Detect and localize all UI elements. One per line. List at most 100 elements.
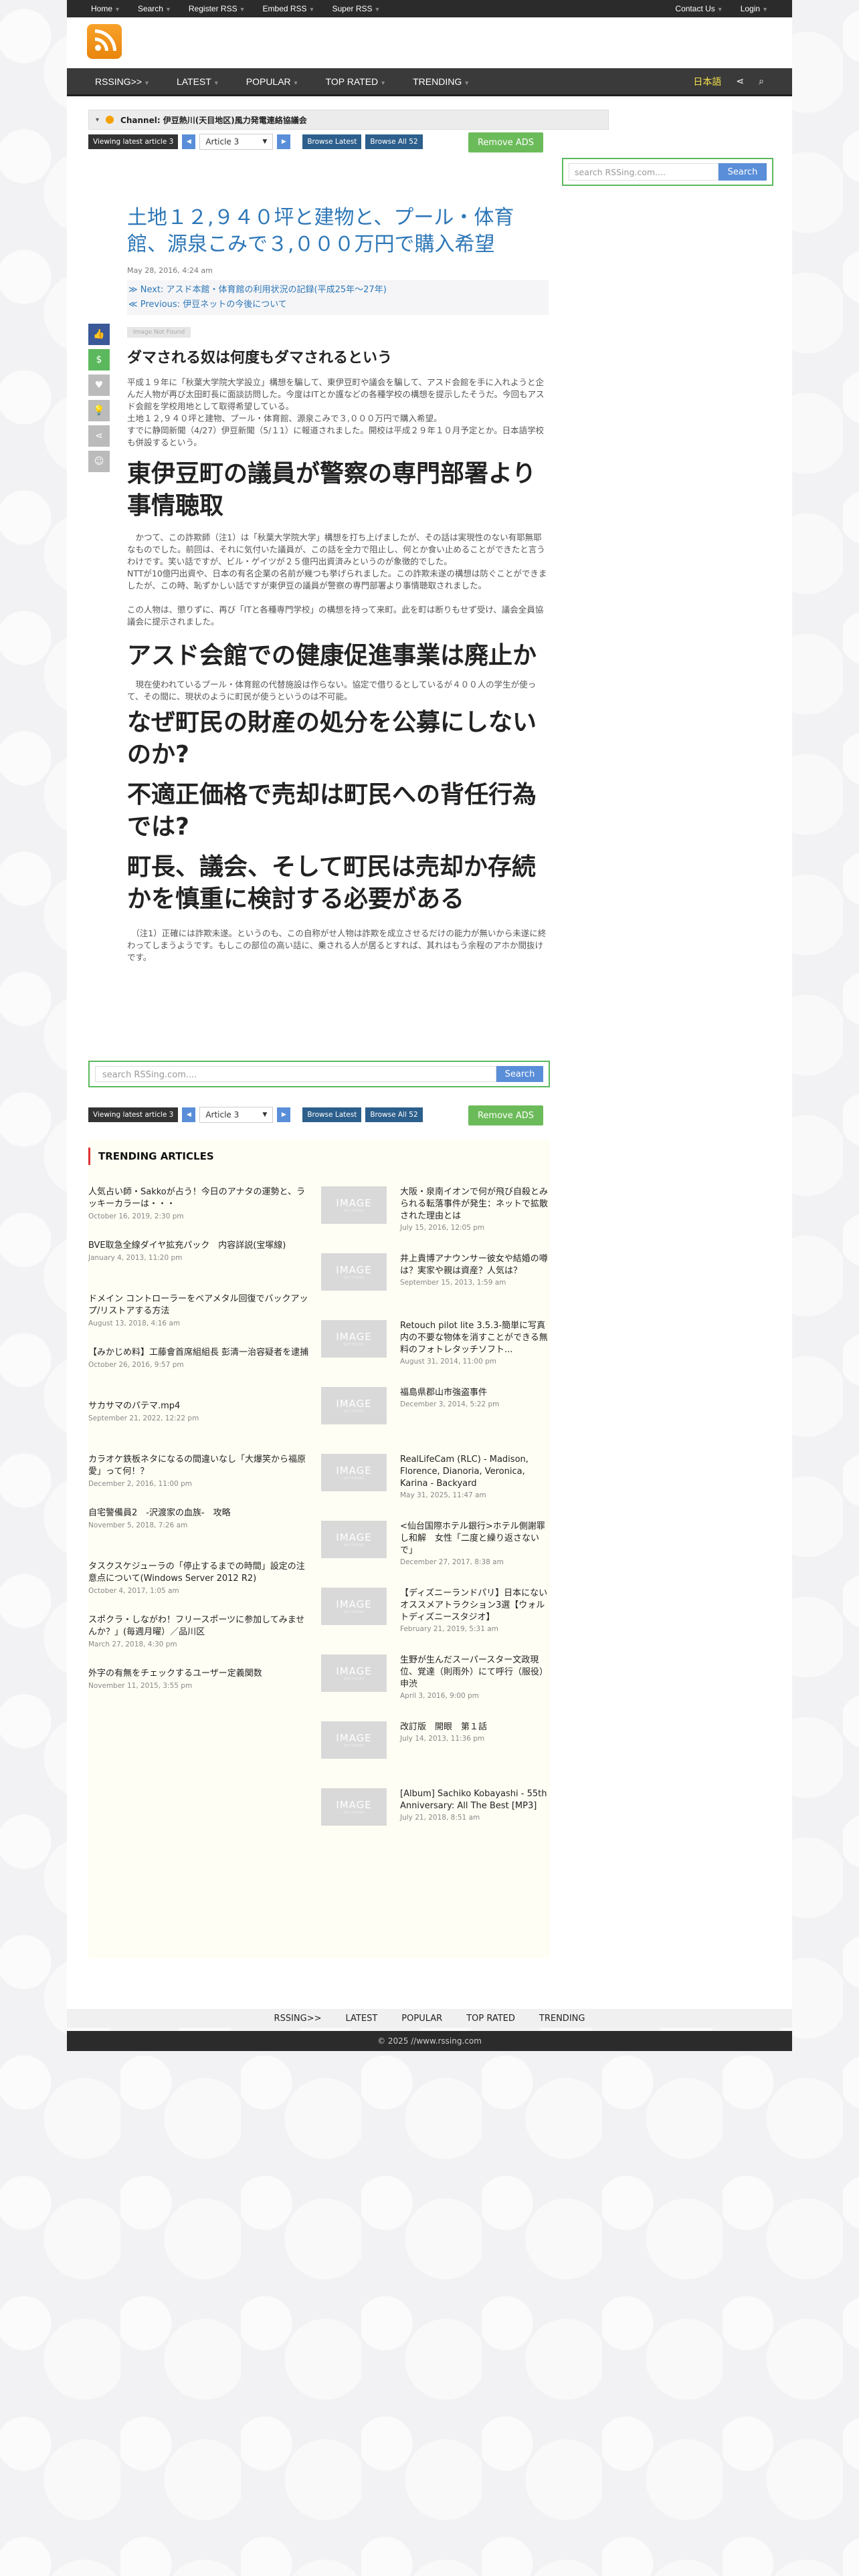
list-item[interactable]: スポクラ・しながわ！フリースポーツに参加してみませんか？」(毎週月曜）／品川区 M… (88, 1614, 309, 1668)
sidebar-search-input[interactable]: search RSSing.com.... (569, 163, 719, 181)
article-viewbar-bottom: Viewing latest article 3 ◀ Article 3 ▼ ▶ … (88, 1106, 423, 1123)
search-icon[interactable]: ⌕ (759, 76, 764, 87)
image-not-found: Image Not Found (127, 327, 191, 338)
footer-link-popular[interactable]: POPULAR (401, 2014, 442, 2024)
main-nav-menu: RSSING>> ▼ LATEST ▼ POPULAR ▼ TOP RATED ▼ TR… (95, 76, 470, 87)
list-item[interactable]: カラオケ鉄板ネタになるの間違いなし「大爆笑から福原愛」って何！？ December… (88, 1454, 309, 1507)
next-article-link[interactable]: ≫ Next: アスド本館・体育館の利用状況の記録(平成25年～27年) (128, 283, 547, 298)
browse-latest-button[interactable]: Browse Latest (302, 134, 362, 149)
list-item[interactable]: IMAGE NOT FOUND 大阪・泉南イオンで何が飛び自殺とみられる転落事件が発… (321, 1186, 549, 1253)
list-item[interactable]: IMAGE NOT FOUND <仙台国際ホテル銀行>ホテル側謝罪し和解 女性「二度… (321, 1521, 549, 1588)
share-icon[interactable]: ⋖ (88, 425, 110, 447)
remove-ads-button[interactable]: Remove ADS (468, 132, 543, 152)
list-item[interactable]: IMAGE NOT FOUND [Album] Sachiko Kobayashi … (321, 1788, 549, 1855)
footer-link-top-rated[interactable]: TOP RATED (466, 2014, 515, 2024)
section-heading: アスド会館での健康促進事業は廃止か (127, 642, 537, 669)
list-item[interactable]: IMAGE NOT FOUND 生野が生んだスーパースター文政現位、覚達（則雨外）に… (321, 1654, 549, 1721)
list-item[interactable]: ドメイン コントローラーをベアメタル回復でバックアップ/リストアする方法 Augu… (88, 1293, 309, 1347)
prev-article-arrow-icon[interactable]: ◀ (182, 134, 196, 149)
list-item[interactable]: 人気占い師・Sakkoが占う！今日のアナタの運勢と、ラッキーカラーは・・・ Oct… (88, 1186, 309, 1240)
footer-link-latest[interactable]: LATEST (346, 2014, 378, 2024)
image-placeholder: IMAGE NOT FOUND (321, 1387, 387, 1424)
article-select[interactable]: Article 3 ▼ (199, 134, 274, 150)
list-item[interactable]: IMAGE NOT FOUND 【ディズニーランドパリ】日本にないオススメアトラクシ… (321, 1588, 549, 1654)
footer-link-trending[interactable]: TRENDING (539, 2014, 585, 2024)
nav-item-popular[interactable]: POPULAR ▼ (246, 76, 299, 87)
top-menu-embed-rss[interactable]: Embed RSS ▼ (263, 4, 315, 13)
sidebar-search-button[interactable]: Search (719, 163, 767, 181)
section-heading: 東伊豆町の議員が警察の専門部署より事情聴取 (127, 460, 537, 520)
top-menu-search[interactable]: Search ▼ (138, 4, 171, 13)
prev-article-arrow-icon[interactable]: ◀ (182, 1107, 196, 1122)
main-search: search RSSing.com.... Search (88, 1061, 550, 1087)
list-item[interactable]: IMAGE NOT FOUND 福島県郡山市強盗事件 December 3, 2014… (321, 1387, 549, 1454)
language-switch[interactable]: 日本語 (693, 75, 721, 88)
heart-icon[interactable]: ♥ (88, 374, 110, 396)
trending-left-list: 人気占い師・Sakkoが占う！今日のアナタの運勢と、ラッキーカラーは・・・ Oct… (88, 1186, 309, 1721)
top-menu-register-rss[interactable]: Register RSS ▼ (189, 4, 246, 13)
nav-right: 日本語 ⋖ ⌕ (693, 75, 764, 88)
image-placeholder: IMAGE NOT FOUND (321, 1588, 387, 1625)
top-menu-left: Home ▼ Search ▼ Register RSS ▼ Embed RSS ▼ S… (91, 4, 380, 13)
list-item[interactable]: サカサマのパテマ.mp4 September 21, 2022, 12:22 pm (88, 1400, 309, 1454)
article-title[interactable]: 土地１２,９４０坪と建物と、プール・体育館、源泉こみで３,０００万円で購入希望 (127, 205, 549, 258)
top-menu-login[interactable]: Login ▼ (741, 4, 768, 13)
viewing-label: Viewing latest article 3 (88, 134, 179, 149)
browse-latest-button[interactable]: Browse Latest (302, 1107, 362, 1122)
list-item[interactable]: 【みかじめ料】工藤會首席組組長 彭清一治容疑者を逮捕 October 26, 20… (88, 1347, 309, 1400)
list-item[interactable]: タスクスケジューラの「停止するまでの時間」設定の注意点について(Windows … (88, 1561, 309, 1614)
next-article-arrow-icon[interactable]: ▶ (277, 134, 291, 149)
top-menu-super-rss[interactable]: Super RSS ▼ (332, 4, 380, 13)
footer-link-rssing[interactable]: RSSING>> (274, 2014, 322, 2024)
footer-nav: RSSING>> LATEST POPULAR TOP RATED TRENDI… (67, 2009, 792, 2028)
main-search-input[interactable]: search RSSing.com.... (95, 1066, 496, 1082)
list-item[interactable]: IMAGE NOT FOUND Retouch pilot lite 3.5.3-簡… (321, 1320, 549, 1387)
browse-all-button[interactable]: Browse All 52 (365, 1107, 423, 1122)
list-item[interactable]: BVE取急全線ダイヤ拡充パック 内容詳説(宝塚線) January 4, 2013… (88, 1240, 309, 1293)
user-icon[interactable]: ☺ (88, 451, 110, 472)
share-icon[interactable]: ⋖ (736, 76, 744, 87)
image-placeholder: IMAGE NOT FOUND (321, 1521, 387, 1558)
nav-item-latest[interactable]: LATEST ▼ (177, 76, 219, 87)
section-heading: 町長、議会、そして町民は売却か存続かを慎重に検討する必要がある (127, 853, 536, 913)
footer-copyright: © 2025 //www.rssing.com (67, 2031, 792, 2051)
nav-item-rssing[interactable]: RSSING>> ▼ (95, 76, 150, 87)
dollar-icon[interactable]: $ (88, 349, 110, 370)
thumbs-up-icon[interactable]: 👍 (88, 324, 110, 345)
channel-bar: ▾ Channel: 伊豆熱川(天目地区)風力発電連絡協議会 (88, 110, 609, 130)
list-item[interactable]: IMAGE NOT FOUND 井上貴博アナウンサー彼女や結婚の噂は？実家や親は資産… (321, 1253, 549, 1320)
chevron-down-icon: ▼ (262, 138, 268, 145)
next-article-arrow-icon[interactable]: ▶ (277, 1107, 291, 1122)
article: 土地１２,９４０坪と建物と、プール・体育館、源泉こみで３,０００万円で購入希望 … (127, 205, 549, 964)
rss-dot-icon (106, 116, 114, 124)
paragraph: この人物は、懲りずに、再び「ITと各種専門学校」の構想を持って来町。此を町は断り… (127, 605, 544, 627)
nav-item-trending[interactable]: TRENDING ▼ (413, 76, 470, 87)
image-placeholder: IMAGE NOT FOUND (321, 1320, 387, 1358)
list-item[interactable]: 自宅警備員2 -沢渡家の血族- 攻略 November 5, 2018, 7:26… (88, 1507, 309, 1561)
viewing-label: Viewing latest article 3 (88, 1107, 179, 1122)
top-menu-home[interactable]: Home ▼ (91, 4, 120, 13)
lightbulb-icon[interactable]: 💡 (88, 400, 110, 421)
browse-all-button[interactable]: Browse All 52 (365, 134, 423, 149)
page-body: ▾ Channel: 伊豆熱川(天目地区)風力発電連絡協議会 Viewing l… (67, 96, 792, 2009)
image-placeholder: IMAGE NOT FOUND (321, 1454, 387, 1491)
sidebar-search: search RSSing.com.... Search (562, 158, 773, 186)
remove-ads-button[interactable]: Remove ADS (468, 1105, 543, 1125)
rss-logo-icon[interactable] (87, 24, 122, 59)
nav-item-top-rated[interactable]: TOP RATED ▼ (326, 76, 387, 87)
chevron-down-icon: ▼ (144, 79, 150, 86)
list-item[interactable]: IMAGE NOT FOUND RealLifeCam (RLC) - Madiso… (321, 1454, 549, 1521)
main-search-button[interactable]: Search (496, 1066, 543, 1082)
chevron-down-icon: ▼ (114, 6, 120, 13)
list-item[interactable]: IMAGE NOT FOUND 改訂版 開眼 第１話 July 14, 2013, 1… (321, 1721, 549, 1788)
chevron-down-icon: ▼ (213, 79, 219, 86)
top-menu-contact[interactable]: Contact Us ▼ (675, 4, 723, 13)
paragraph: 土地１２,９４０坪と建物、プール・体育館、源泉こみで３,０００万円で購入希望。 (127, 413, 442, 423)
list-item[interactable]: 外字の有無をチェックするユーザー定義関数 November 11, 2015, 3… (88, 1668, 309, 1721)
collapse-icon[interactable]: ▾ (96, 116, 99, 124)
section-heading: なぜ町民の財産の処分を公募にしないのか? (127, 709, 537, 768)
article-select[interactable]: Article 3 ▼ (199, 1107, 274, 1123)
article-date: May 28, 2016, 4:24 am (127, 266, 213, 275)
previous-article-link[interactable]: ≪ Previous: 伊豆ネットの今後について (128, 298, 547, 312)
main-navbar: RSSING>> ▼ LATEST ▼ POPULAR ▼ TOP RATED ▼ TR… (67, 68, 792, 96)
